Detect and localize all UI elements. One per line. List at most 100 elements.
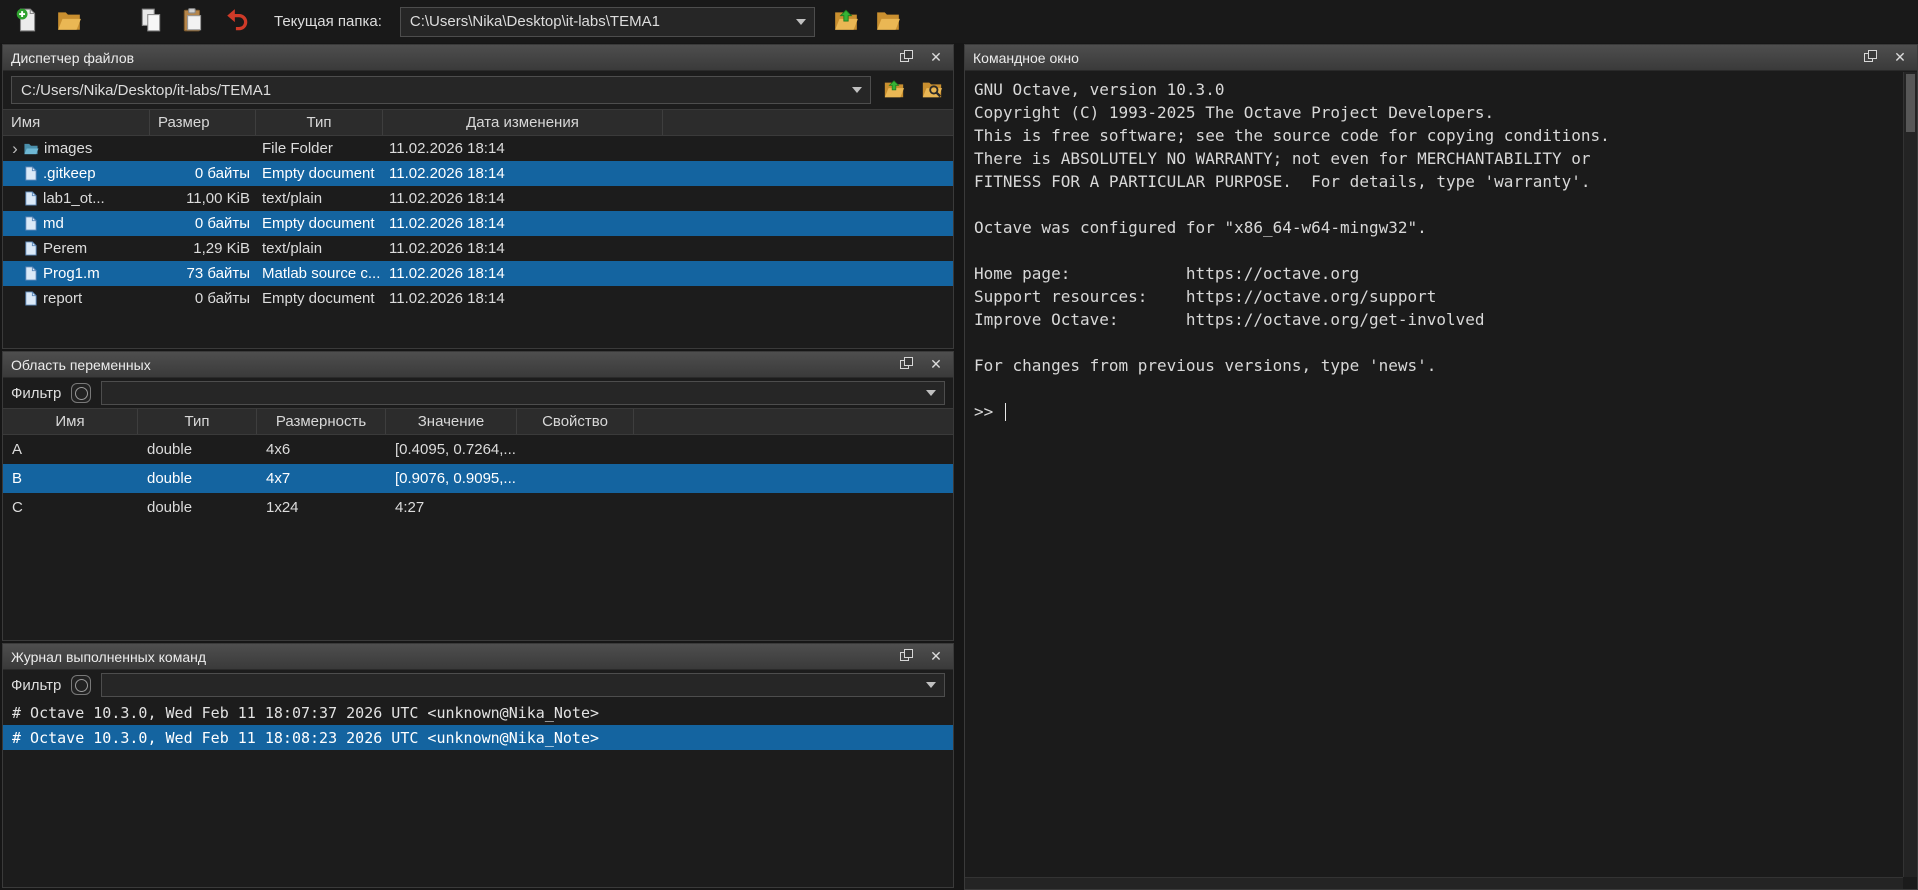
file-column-header-2[interactable]: Тип — [256, 110, 383, 135]
undock-button[interactable] — [897, 49, 915, 67]
variable-value: [0.9076, 0.9095,... — [386, 464, 517, 493]
command-output-line: Improve Octave: https://octave.org/get-i… — [974, 308, 1903, 331]
file-name-cell: lab1_ot... — [3, 190, 150, 207]
close-icon: ✕ — [930, 356, 942, 373]
close-button[interactable]: ✕ — [927, 49, 945, 67]
horizontal-scrollbar[interactable] — [965, 877, 1903, 889]
panel-buttons: ✕ — [897, 356, 945, 374]
file-size: 73 байты — [150, 265, 256, 282]
paste-icon — [180, 7, 206, 36]
workspace-row[interactable]: Cdouble1x244:27 — [3, 493, 953, 522]
undock-icon — [1864, 50, 1877, 66]
panel-buttons: ✕ — [897, 648, 945, 666]
new-script-button[interactable] — [10, 5, 44, 39]
file-path: C:/Users/Nika/Desktop/it-labs/TEMA1 — [21, 82, 271, 99]
history-filter-combobox[interactable] — [101, 673, 945, 697]
directory-up-button[interactable] — [879, 76, 909, 104]
close-button[interactable]: ✕ — [927, 648, 945, 666]
command-output-line: For changes from previous versions, type… — [974, 354, 1903, 377]
file-column-header-0[interactable]: Имя — [3, 110, 150, 135]
file-size: 11,00 KiB — [150, 190, 256, 207]
file-row[interactable]: ›imagesFile Folder11.02.2026 18:14 — [3, 136, 953, 161]
scrollbar-thumb[interactable] — [1906, 74, 1915, 132]
panel-buttons: ✕ — [1861, 49, 1909, 67]
workspace-table-header: ИмяТипРазмерностьЗначениеСвойство — [3, 408, 953, 435]
command-output-line: Support resources: https://octave.org/su… — [974, 285, 1903, 308]
command-window-titlebar[interactable]: Командное окно ✕ — [965, 45, 1917, 71]
file-type: Empty document — [256, 290, 383, 307]
close-icon: ✕ — [1894, 49, 1906, 66]
filter-checkbox[interactable] — [71, 675, 91, 695]
variable-attribute — [517, 493, 634, 522]
variable-name: C — [3, 493, 138, 522]
history-entry[interactable]: # Octave 10.3.0, Wed Feb 11 18:08:23 202… — [3, 725, 953, 750]
file-column-header-3[interactable]: Дата изменения — [383, 110, 663, 135]
folder-up-button[interactable] — [829, 5, 863, 39]
file-column-header-1[interactable]: Размер — [150, 110, 256, 135]
workspace-row[interactable]: Adouble4x6[0.4095, 0.7264,... — [3, 435, 953, 464]
undock-icon — [900, 357, 913, 373]
filter-checkbox[interactable] — [71, 383, 91, 403]
current-folder-path: C:\Users\Nika\Desktop\it-labs\TEMA1 — [410, 13, 660, 30]
chevron-down-icon — [926, 682, 936, 688]
file-browser-pathbar: C:/Users/Nika/Desktop/it-labs/TEMA1 — [3, 71, 953, 109]
open-file-button[interactable] — [52, 5, 86, 39]
file-row[interactable]: .gitkeep0 байтыEmpty document11.02.2026 … — [3, 161, 953, 186]
file-name: report — [43, 290, 82, 307]
file-size: 0 байты — [150, 165, 256, 182]
file-type: text/plain — [256, 190, 383, 207]
workspace-column-header-4[interactable]: Свойство — [517, 409, 634, 434]
folder-up-icon — [833, 7, 859, 36]
file-row[interactable]: md0 байтыEmpty document11.02.2026 18:14 — [3, 211, 953, 236]
prompt-line: >> — [974, 400, 1903, 423]
browse-folder-button[interactable] — [871, 5, 905, 39]
file-browser-panel: Диспетчер файлов ✕ C:/Users/Nika/Desktop… — [2, 44, 954, 349]
workspace-column-header-1[interactable]: Тип — [138, 409, 257, 434]
file-browser-titlebar[interactable]: Диспетчер файлов ✕ — [3, 45, 953, 71]
file-size: 1,29 KiB — [150, 240, 256, 257]
workspace-filter-combobox[interactable] — [101, 381, 945, 405]
copy-button[interactable] — [134, 5, 168, 39]
command-output-line — [974, 193, 1903, 216]
close-icon: ✕ — [930, 648, 942, 665]
paste-button[interactable] — [176, 5, 210, 39]
command-window-panel: Командное окно ✕ GNU Octave, version 10.… — [964, 44, 1918, 890]
expand-arrow-icon[interactable]: › — [7, 142, 23, 156]
history-entry[interactable]: # Octave 10.3.0, Wed Feb 11 18:07:37 202… — [3, 700, 953, 725]
undo-button[interactable] — [220, 5, 254, 39]
copy-icon — [138, 7, 164, 36]
workspace-column-header-2[interactable]: Размерность — [257, 409, 386, 434]
undock-button[interactable] — [897, 356, 915, 374]
file-type: Matlab source c... — [256, 265, 383, 282]
workspace-row[interactable]: Bdouble4x7[0.9076, 0.9095,... — [3, 464, 953, 493]
file-name: images — [44, 140, 92, 157]
close-button[interactable]: ✕ — [927, 356, 945, 374]
close-button[interactable]: ✕ — [1891, 49, 1909, 67]
variable-value: 4:27 — [386, 493, 517, 522]
undock-button[interactable] — [1861, 49, 1879, 67]
workspace-titlebar[interactable]: Область переменных ✕ — [3, 352, 953, 378]
command-window-content[interactable]: GNU Octave, version 10.3.0Copyright (C) … — [965, 72, 1903, 877]
file-date: 11.02.2026 18:14 — [383, 165, 663, 182]
file-icon — [23, 166, 38, 181]
workspace-column-header-3[interactable]: Значение — [386, 409, 517, 434]
workspace-column-header-0[interactable]: Имя — [3, 409, 138, 434]
workspace-title: Область переменных — [11, 357, 151, 373]
prompt: >> — [974, 402, 1003, 421]
file-name: lab1_ot... — [43, 190, 105, 207]
file-row[interactable]: Prog1.m73 байтыMatlab source c...11.02.2… — [3, 261, 953, 286]
file-row[interactable]: report0 байтыEmpty document11.02.2026 18… — [3, 286, 953, 311]
undock-button[interactable] — [897, 648, 915, 666]
vertical-scrollbar[interactable] — [1903, 72, 1917, 877]
file-row[interactable]: Perem1,29 KiBtext/plain11.02.2026 18:14 — [3, 236, 953, 261]
browse-directories-button[interactable] — [917, 76, 947, 104]
variable-attribute — [517, 464, 634, 493]
file-path-combobox[interactable]: C:/Users/Nika/Desktop/it-labs/TEMA1 — [11, 76, 871, 104]
panel-buttons: ✕ — [897, 49, 945, 67]
file-type: File Folder — [256, 140, 383, 157]
history-titlebar[interactable]: Журнал выполненных команд ✕ — [3, 644, 953, 670]
file-row[interactable]: lab1_ot...11,00 KiBtext/plain11.02.2026 … — [3, 186, 953, 211]
current-folder-combobox[interactable]: C:\Users\Nika\Desktop\it-labs\TEMA1 — [400, 7, 815, 37]
variable-attribute — [517, 435, 634, 464]
file-icon — [23, 191, 38, 206]
